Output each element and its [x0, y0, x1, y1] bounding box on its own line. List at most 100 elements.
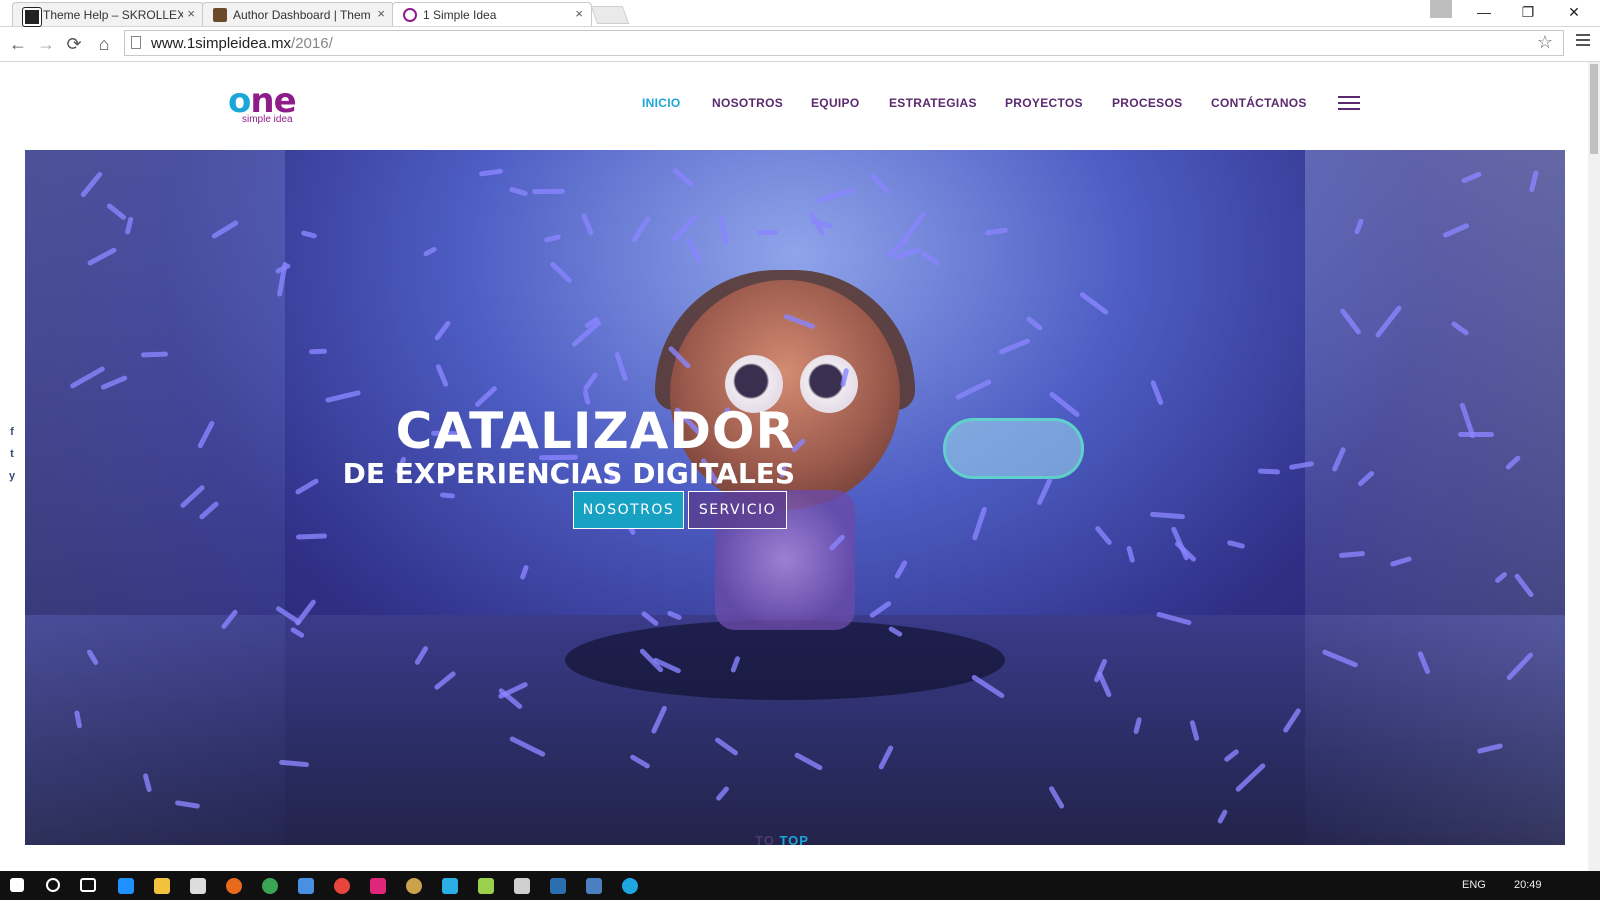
confetti-dash	[1257, 468, 1280, 475]
app-icon[interactable]	[622, 878, 638, 894]
language-indicator[interactable]: ENG	[1462, 879, 1486, 891]
firefox-icon[interactable]	[226, 878, 242, 894]
hero-glass-left	[25, 150, 285, 845]
confetti-dash	[685, 237, 703, 265]
chrome-icon[interactable]	[334, 878, 350, 894]
nosotros-button[interactable]: NOSOTROS	[573, 491, 684, 529]
to-top-link[interactable]: TO TOP	[755, 833, 809, 848]
confetti-dash	[422, 246, 438, 258]
confetti-dash	[816, 187, 855, 204]
app-icon[interactable]	[550, 878, 566, 894]
confetti-dash	[140, 351, 168, 358]
minimize-button[interactable]: —	[1462, 0, 1506, 24]
confetti-dash	[971, 506, 988, 542]
nav-item-nosotros[interactable]: NOSOTROS	[712, 96, 783, 110]
restore-button[interactable]: ❐	[1506, 0, 1550, 24]
app-icon[interactable]	[262, 878, 278, 894]
to-top-word: TOP	[779, 833, 809, 848]
confetti-dash	[630, 215, 652, 244]
bookmark-star-icon[interactable]: ☆	[1537, 32, 1553, 53]
page-scrollbar[interactable]	[1588, 62, 1600, 871]
nav-item-contactanos[interactable]: CONTÁCTANOS	[1211, 96, 1307, 110]
hero-title: CATALIZADOR	[395, 402, 795, 460]
search-icon[interactable]	[46, 878, 60, 892]
browser-tab-author-dashboard[interactable]: Author Dashboard | Them ×	[202, 2, 394, 26]
page-icon	[131, 36, 141, 49]
tab-title: 1 Simple Idea	[423, 8, 497, 22]
confetti-dash	[900, 211, 927, 245]
nav-item-inicio[interactable]: INICIO	[642, 96, 680, 110]
to-top-prefix: TO	[755, 833, 775, 848]
confetti-dash	[582, 371, 599, 392]
file-explorer-icon[interactable]	[154, 878, 170, 894]
reload-icon[interactable]: ⟳	[64, 34, 84, 55]
confetti-dash	[325, 389, 362, 403]
nav-item-estrategias[interactable]: ESTRATEGIAS	[889, 96, 977, 110]
confetti-dash	[1457, 432, 1494, 438]
windows-taskbar: ENG 20:49	[0, 871, 1600, 900]
confetti-dash	[1048, 391, 1081, 419]
social-links: f t y	[6, 426, 18, 492]
home-icon[interactable]: ⌂	[94, 34, 114, 55]
close-tab-icon[interactable]: ×	[377, 6, 385, 21]
close-window-button[interactable]: ✕	[1552, 0, 1596, 24]
youtube-icon[interactable]: y	[6, 470, 18, 482]
doll-eye-right	[800, 355, 858, 413]
confetti-dash	[955, 378, 993, 401]
themeforest-icon	[213, 8, 227, 22]
store-icon[interactable]	[190, 878, 206, 894]
forward-arrow-icon[interactable]: →	[36, 34, 56, 55]
site-logo[interactable]: one simple idea	[228, 84, 297, 125]
confetti-dash	[718, 215, 730, 246]
hologram-sticker	[943, 418, 1084, 479]
tab-title: Author Dashboard | Them	[233, 8, 371, 22]
nav-item-equipo[interactable]: EQUIPO	[811, 96, 859, 110]
new-tab-button[interactable]	[590, 6, 630, 24]
confetti-dash	[581, 212, 595, 236]
wordpress-icon	[23, 8, 41, 26]
hamburger-menu-icon[interactable]	[1338, 96, 1360, 114]
confetti-dash	[1078, 291, 1110, 316]
url-path: /2016/	[291, 35, 333, 52]
confetti-dash	[1226, 540, 1246, 550]
url-host: www.1simpleidea.mx	[151, 35, 292, 52]
confetti-dash	[1125, 545, 1136, 564]
confetti-dash	[614, 351, 629, 382]
confetti-dash	[543, 234, 562, 244]
task-view-icon[interactable]	[80, 878, 96, 892]
hero-glass-right	[1305, 150, 1565, 845]
servicio-button[interactable]: SERVICIO	[688, 491, 787, 529]
windows-start-icon[interactable]	[10, 878, 24, 892]
gimp-icon[interactable]	[406, 878, 422, 894]
confetti-dash	[670, 214, 698, 243]
confetti-dash	[869, 172, 891, 195]
confetti-dash	[920, 250, 941, 267]
virtualbox-icon[interactable]	[298, 878, 314, 894]
app-icon[interactable]	[586, 878, 602, 894]
photos-icon[interactable]	[514, 878, 530, 894]
confetti-dash	[479, 168, 504, 177]
scrollbar-thumb[interactable]	[1590, 64, 1598, 154]
logo-wordmark: one	[228, 84, 297, 118]
browser-tab-simple-idea[interactable]: 1 Simple Idea ×	[392, 2, 592, 26]
address-bar[interactable]: www.1simpleidea.mx/2016/ ☆	[124, 30, 1564, 56]
twitter-icon[interactable]: t	[6, 448, 18, 460]
browser-menu-icon[interactable]	[1576, 34, 1590, 49]
confetti-dash	[433, 319, 452, 342]
notepad-icon[interactable]	[478, 878, 494, 894]
inkscape-icon[interactable]	[370, 878, 386, 894]
taskbar-clock[interactable]: 20:49	[1514, 879, 1542, 891]
confetti-dash	[1036, 477, 1053, 507]
browser-tab-theme-help[interactable]: Theme Help – SKROLLEX ×	[12, 2, 204, 26]
nav-item-proyectos[interactable]: PROYECTOS	[1005, 96, 1083, 110]
user-profile-icon[interactable]	[1430, 0, 1452, 18]
facebook-icon[interactable]: f	[6, 426, 18, 438]
close-tab-icon[interactable]: ×	[187, 6, 195, 21]
maya-icon[interactable]	[442, 878, 458, 894]
edge-icon[interactable]	[118, 878, 134, 894]
confetti-dash	[1149, 511, 1186, 520]
close-tab-icon[interactable]: ×	[575, 6, 583, 21]
back-arrow-icon[interactable]: ←	[8, 34, 28, 55]
hero-banner: CATALIZADOR DE EXPERIENCIAS DIGITALES NO…	[25, 150, 1565, 845]
nav-item-procesos[interactable]: PROCESOS	[1112, 96, 1182, 110]
